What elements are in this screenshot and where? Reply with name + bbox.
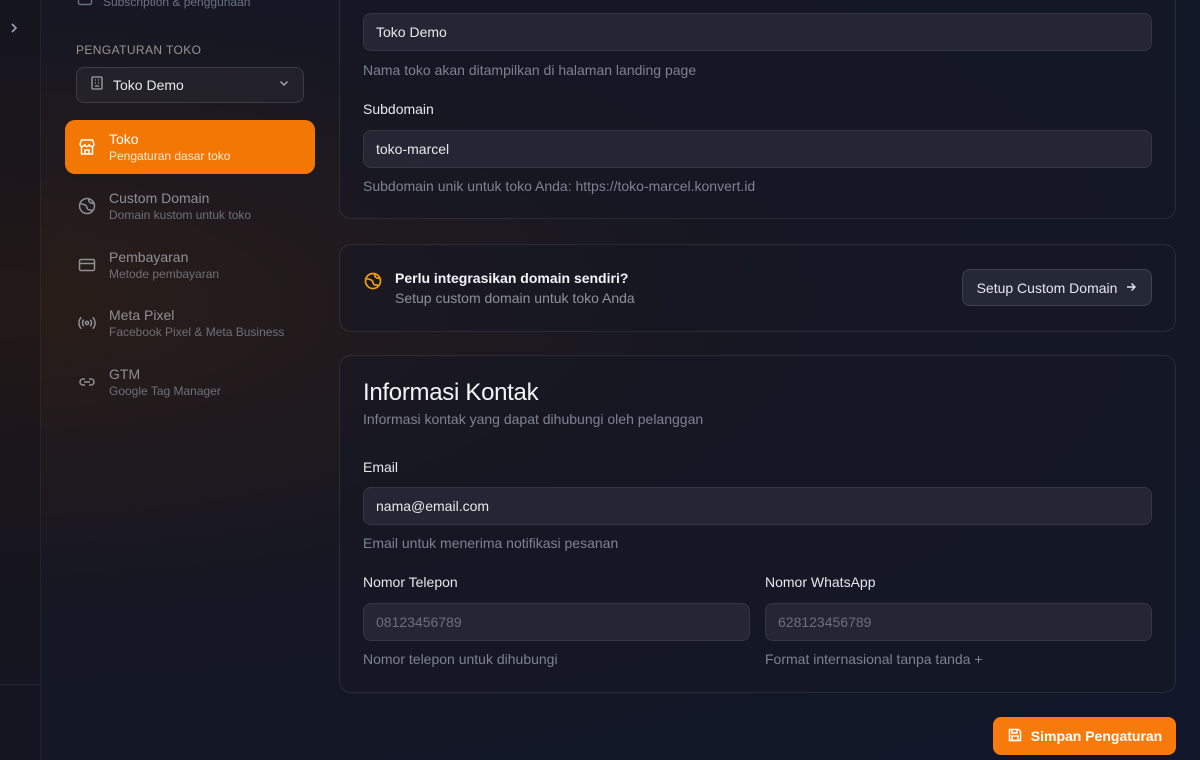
email-help: Email untuk menerima notifikasi pesanan	[363, 535, 619, 551]
setup-custom-domain-button[interactable]: Setup Custom Domain	[962, 269, 1152, 306]
nav-title: Pembayaran	[109, 249, 189, 265]
card-title: Informasi Kontak	[363, 379, 539, 406]
rail-divider	[0, 684, 40, 685]
card-icon	[77, 0, 93, 11]
arrow-right-icon	[1125, 280, 1137, 296]
whatsapp-input[interactable]	[765, 603, 1152, 641]
phone-help: Nomor telepon untuk dihubungi	[363, 651, 558, 667]
email-label: Email	[363, 459, 399, 475]
save-settings-button[interactable]: Simpan Pengaturan	[993, 717, 1176, 755]
globe-icon	[78, 197, 96, 215]
chevron-down-icon	[277, 76, 291, 95]
store-info-card: Nama toko akan ditampilkan di halaman la…	[339, 0, 1176, 219]
phone-label: Nomor Telepon	[363, 574, 458, 590]
card-subtitle: Informasi kontak yang dapat dihubungi ol…	[363, 411, 704, 427]
custom-domain-cta-card: Perlu integrasikan domain sendiri? Setup…	[339, 244, 1176, 332]
credit-card-icon	[78, 258, 96, 272]
chevron-right-icon[interactable]	[8, 20, 20, 36]
nav-title: Toko	[109, 131, 139, 147]
store-select-value: Toko Demo	[113, 77, 184, 93]
sidebar-item-subscription[interactable]: Subscription & penggunaan	[77, 0, 250, 11]
whatsapp-help: Format internasional tanpa tanda +	[765, 651, 983, 667]
store-select[interactable]: Toko Demo	[76, 67, 304, 103]
whatsapp-label: Nomor WhatsApp	[765, 574, 876, 590]
store-name-help: Nama toko akan ditampilkan di halaman la…	[363, 62, 697, 78]
sidebar-item-gtm[interactable]: GTM Google Tag Manager	[65, 355, 315, 409]
settings-sidebar: Subscription & penggunaan PENGATURAN TOK…	[41, 0, 331, 760]
sidebar-item-meta-pixel[interactable]: Meta Pixel Facebook Pixel & Meta Busines…	[65, 296, 315, 350]
cta-title: Perlu integrasikan domain sendiri?	[395, 270, 629, 286]
nav-title: GTM	[109, 366, 141, 382]
nav-subtitle: Metode pembayaran	[109, 267, 220, 281]
nav-subtitle: Domain kustom untuk toko	[109, 208, 252, 222]
setup-custom-domain-label: Setup Custom Domain	[976, 279, 1118, 296]
nav-subtitle: Facebook Pixel & Meta Business	[109, 325, 285, 339]
radio-icon	[78, 316, 96, 330]
link-icon	[79, 378, 95, 386]
subdomain-input[interactable]	[363, 130, 1152, 168]
sidebar-item-custom-domain[interactable]: Custom Domain Domain kustom untuk toko	[65, 179, 315, 233]
store-name-input[interactable]	[363, 13, 1152, 51]
nav-title: Meta Pixel	[109, 307, 175, 323]
nav-title: Custom Domain	[109, 190, 210, 206]
subdomain-help: Subdomain unik untuk toko Anda: https://…	[363, 178, 756, 194]
nav-subtitle: Pengaturan dasar toko	[109, 149, 231, 163]
building-icon	[89, 75, 105, 96]
sidebar-item-subtitle: Subscription & penggunaan	[103, 0, 251, 9]
nav-subtitle: Google Tag Manager	[109, 384, 221, 398]
cta-subtitle: Setup custom domain untuk toko Anda	[395, 290, 635, 306]
sidebar-item-toko[interactable]: Toko Pengaturan dasar toko	[65, 120, 315, 174]
store-icon	[79, 139, 95, 155]
icon-rail	[0, 0, 41, 760]
save-icon	[1007, 727, 1023, 746]
save-settings-label: Simpan Pengaturan	[1030, 728, 1163, 744]
globe-icon	[364, 272, 382, 290]
email-input[interactable]	[363, 487, 1152, 525]
phone-input[interactable]	[363, 603, 750, 641]
contact-info-card: Informasi Kontak Informasi kontak yang d…	[339, 355, 1176, 693]
sidebar-item-pembayaran[interactable]: Pembayaran Metode pembayaran	[65, 238, 315, 292]
section-label: PENGATURAN TOKO	[76, 43, 202, 57]
subdomain-label: Subdomain	[363, 101, 434, 117]
